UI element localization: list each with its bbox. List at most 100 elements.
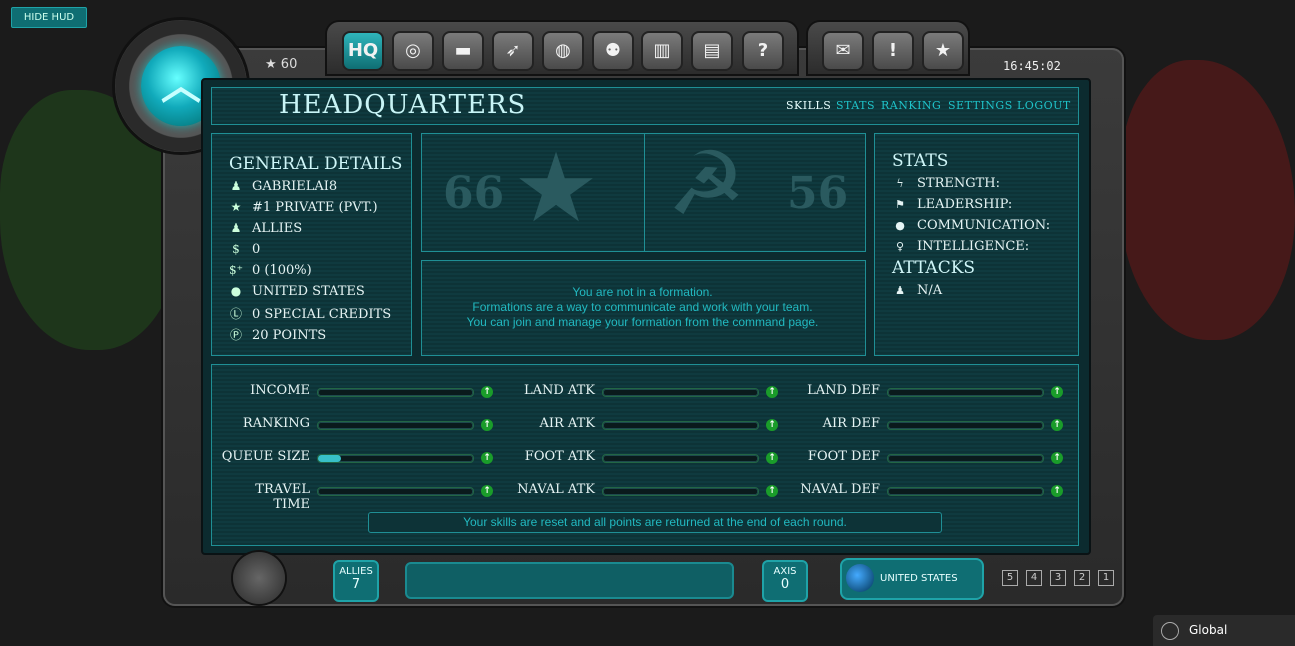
dollar-icon: $ (232, 242, 240, 256)
skill-upgrade-icon[interactable]: ↑ (481, 419, 493, 431)
axis-hammer-sickle-icon: ☭ (667, 132, 746, 235)
credit-icon: Ⓛ (229, 307, 242, 321)
missile-icon: ➶ (505, 40, 521, 61)
skill-bar (317, 487, 474, 496)
team-button[interactable]: ⚉ (592, 31, 634, 71)
globe-icon: ● (230, 284, 242, 298)
strength-row: ϟ STRENGTH: (893, 176, 1000, 191)
skill-label: LAND ATK (523, 383, 595, 398)
money-row: $0 (229, 242, 260, 257)
skill-upgrade-icon[interactable]: ↑ (481, 485, 493, 497)
skill-bar (317, 454, 474, 463)
skill-label: LAND DEF (807, 383, 880, 398)
skill-upgrade-icon[interactable]: ↑ (1051, 419, 1063, 431)
bulb-icon: ♀ (895, 240, 905, 253)
allies-star-icon: ★ (513, 132, 600, 244)
skill-upgrade-icon[interactable]: ↑ (1051, 386, 1063, 398)
skill-label: TRAVEL TIME (255, 482, 310, 512)
skill-upgrade-icon[interactable]: ↑ (766, 452, 778, 464)
points-icon: Ⓟ (229, 328, 242, 342)
podium-button[interactable]: ▥ (641, 31, 683, 71)
user-icon: ♟ (230, 221, 242, 235)
skill-upgrade-icon[interactable]: ↑ (1051, 452, 1063, 464)
skill-bar (602, 454, 759, 463)
page-3-button[interactable]: 3 (1050, 570, 1066, 586)
skill-label: FOOT ATK (524, 449, 595, 464)
intelligence-row: ♀ INTELLIGENCE: (893, 239, 1029, 254)
dollar-plus-icon: $⁺ (229, 263, 243, 277)
map-landmass (1120, 60, 1295, 340)
tank-icon: ▬ (454, 40, 472, 61)
tank-button[interactable]: ▬ (442, 31, 484, 71)
globe-icon: ◍ (555, 40, 571, 61)
faction-row: ♟ ALLIES (230, 221, 303, 236)
axis-score: 56 (787, 168, 849, 219)
chart-button[interactable]: ▤ (691, 31, 733, 71)
formation-message: You are not in a formation. Formations a… (466, 285, 819, 329)
page-2-button[interactable]: 2 (1074, 570, 1090, 586)
allies-count-badge: ALLIES 7 (333, 560, 379, 602)
user-icon: ♟ (895, 284, 905, 297)
page-1-button[interactable]: 1 (1098, 570, 1114, 586)
star-icon: ★ (265, 57, 277, 72)
mail-icon: ✉ (835, 40, 851, 61)
skill-upgrade-icon[interactable]: ↑ (481, 386, 493, 398)
clock: 16:45:02 (1003, 59, 1061, 73)
rank-indicator: ★ 60 (265, 57, 298, 72)
country-row: ● UNITED STATES (230, 284, 365, 299)
tab-ranking[interactable]: RANKING (881, 99, 941, 112)
skill-bar (887, 487, 1044, 496)
help-button[interactable]: ? (742, 31, 784, 71)
skill-bar (602, 421, 759, 430)
bolt-icon: ϟ (896, 177, 904, 190)
alert-button[interactable]: ! (872, 31, 914, 71)
skill-upgrade-icon[interactable]: ↑ (766, 386, 778, 398)
skill-upgrade-icon[interactable]: ↑ (766, 419, 778, 431)
skill-label: NAVAL DEF (800, 482, 880, 497)
skill-bar-fill (318, 455, 342, 462)
missile-button[interactable]: ➶ (492, 31, 534, 71)
income-row: $⁺ 0 (100%) (229, 263, 312, 278)
allies-score: 66 (443, 168, 505, 219)
page-title: HEADQUARTERS (279, 90, 527, 120)
skill-bar (317, 388, 474, 397)
skill-bar (317, 421, 474, 430)
axis-count-badge: AXIS 0 (762, 560, 808, 602)
globe-icon (846, 564, 874, 592)
tab-stats[interactable]: STATS (836, 99, 875, 112)
tab-settings[interactable]: SETTINGS (948, 99, 1013, 112)
leadership-row: ⚑ LEADERSHIP: (893, 197, 1012, 212)
country-button[interactable]: UNITED STATES (840, 558, 984, 600)
skill-bar (887, 421, 1044, 430)
podium-icon: ▥ (653, 40, 671, 61)
page-4-button[interactable]: 4 (1026, 570, 1042, 586)
general-details-heading: GENERAL DETAILS (229, 154, 403, 174)
hq-button[interactable]: HQ (342, 31, 384, 71)
skill-upgrade-icon[interactable]: ↑ (1051, 485, 1063, 497)
attacks-row: ♟ N/A (893, 283, 942, 298)
skills-reset-note: Your skills are reset and all points are… (368, 512, 942, 533)
skill-upgrade-icon[interactable]: ↑ (766, 485, 778, 497)
globe-icon (1161, 621, 1179, 640)
skill-label: FOOT DEF (807, 449, 880, 464)
star-icon: ★ (230, 200, 242, 214)
skill-label: NAVAL ATK (517, 482, 595, 497)
page-5-button[interactable]: 5 (1002, 570, 1018, 586)
mail-button[interactable]: ✉ (822, 31, 864, 71)
stats-heading: STATS (892, 151, 949, 171)
globe-button[interactable]: ◍ (542, 31, 584, 71)
user-icon: ♟ (230, 179, 242, 193)
star-button[interactable]: ★ (922, 31, 964, 71)
chat-icon: ● (895, 219, 905, 232)
skill-upgrade-icon[interactable]: ↑ (481, 452, 493, 464)
tab-skills[interactable]: SKILLS (786, 99, 831, 112)
skill-label: AIR ATK (539, 416, 595, 431)
hide-hud-button[interactable]: HIDE HUD (11, 7, 87, 28)
chat-channel-button[interactable]: Global (1153, 615, 1295, 646)
communication-row: ● COMMUNICATION: (893, 218, 1050, 233)
flag-icon: ⚑ (895, 198, 905, 211)
skill-bar (887, 454, 1044, 463)
radar-button[interactable]: ◎ (392, 31, 434, 71)
attacks-heading: ATTACKS (892, 258, 976, 278)
tab-logout[interactable]: LOGOUT (1017, 99, 1071, 112)
